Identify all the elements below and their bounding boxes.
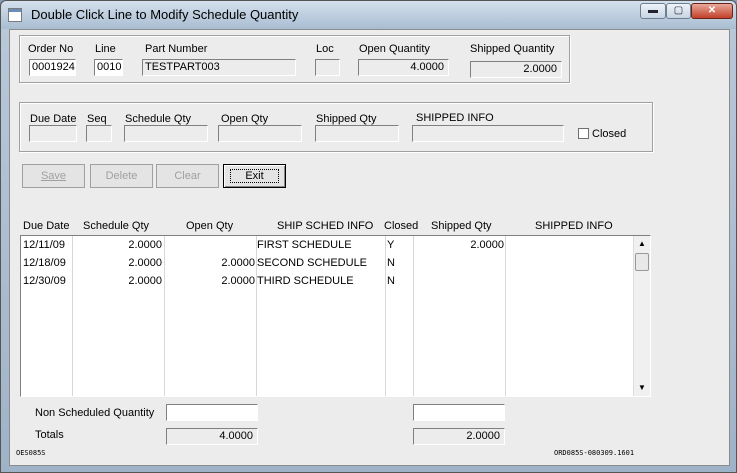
row-open-qty (165, 236, 255, 254)
row-shipped-qty: 2.0000 (470, 239, 504, 251)
part-number-label: Part Number (145, 43, 208, 55)
total-open-field: 4.0000 (166, 428, 258, 445)
row-shipped-qty (414, 272, 504, 290)
non-scheduled-shipped-field[interactable] (413, 404, 505, 421)
row-open-qty: 2.0000 (221, 275, 255, 287)
line-field[interactable]: 0010 (94, 59, 123, 76)
order-no-label: Order No (28, 43, 74, 55)
order-no-field[interactable]: 0001924 (29, 59, 76, 76)
seq-label: Seq (87, 113, 107, 125)
row-closed: N (387, 257, 395, 269)
table-row[interactable]: 12/30/09 2.0000 2.0000 THIRD SCHEDULE N (21, 272, 633, 290)
scroll-down-arrow-icon[interactable]: ▼ (634, 380, 650, 396)
shipped-quantity-field: 2.0000 (470, 61, 562, 78)
scroll-up-arrow-icon[interactable]: ▲ (634, 236, 650, 252)
non-scheduled-qty-label: Non Scheduled Quantity (35, 407, 155, 419)
scroll-thumb[interactable] (635, 253, 649, 271)
row-due-date: 12/11/09 (23, 239, 66, 251)
col-header-shipped-info[interactable]: SHIPPED INFO (535, 220, 613, 232)
save-button[interactable]: Save (22, 164, 85, 188)
col-header-shipped-qty[interactable]: Shipped Qty (431, 220, 492, 232)
schedule-qty-field[interactable] (124, 125, 208, 142)
totals-label: Totals (35, 429, 64, 441)
table-row[interactable]: 12/11/09 2.0000 FIRST SCHEDULE Y 2.0000 (21, 236, 633, 254)
title-bar[interactable]: Double Click Line to Modify Schedule Qua… (1, 1, 736, 29)
clear-button-label: Clear (174, 170, 201, 182)
col-header-closed[interactable]: Closed (384, 220, 418, 232)
minimize-button[interactable]: ▬ (640, 3, 666, 19)
entry-open-qty-label: Open Qty (221, 113, 269, 125)
schedule-entry-group: Due Date Seq Schedule Qty Open Qty Shipp… (19, 102, 653, 152)
close-button[interactable]: ✕ (691, 3, 733, 19)
row-due-date: 12/18/09 (23, 257, 66, 269)
delete-button[interactable]: Delete (90, 164, 153, 188)
row-schedule-qty: 2.0000 (128, 275, 162, 287)
due-date-field[interactable] (29, 125, 77, 142)
open-quantity-label: Open Quantity (359, 43, 430, 55)
schedule-qty-label: Schedule Qty (125, 113, 192, 125)
total-shipped-field: 2.0000 (413, 428, 505, 445)
save-button-label: Save (40, 170, 67, 182)
window-icon (8, 8, 22, 22)
window-title: Double Click Line to Modify Schedule Qua… (31, 7, 299, 22)
col-header-ship-sched-info[interactable]: SHIP SCHED INFO (277, 220, 373, 232)
row-ship-sched-info: SECOND SCHEDULE (257, 257, 368, 269)
loc-label: Loc (316, 43, 334, 55)
col-header-schedule-qty[interactable]: Schedule Qty (83, 220, 149, 232)
entry-shipped-info-field (412, 125, 564, 142)
part-number-field: TESTPART003 (142, 59, 296, 76)
table-row[interactable]: 12/18/09 2.0000 2.0000 SECOND SCHEDULE N (21, 254, 633, 272)
seq-field[interactable] (86, 125, 112, 142)
entry-shipped-qty-field (315, 125, 399, 142)
maximize-button[interactable]: ▢ (666, 3, 691, 19)
entry-shipped-qty-label: Shipped Qty (316, 113, 377, 125)
row-ship-sched-info: THIRD SCHEDULE (257, 275, 354, 287)
non-scheduled-open-field[interactable] (166, 404, 258, 421)
clear-button[interactable]: Clear (156, 164, 219, 188)
entry-shipped-info-label: SHIPPED INFO (416, 112, 494, 124)
row-open-qty: 2.0000 (221, 257, 255, 269)
exit-button[interactable]: Exit (223, 164, 286, 188)
closed-label: Closed (592, 128, 627, 140)
entry-open-qty-field (218, 125, 302, 142)
row-closed: Y (387, 239, 395, 251)
col-header-due-date[interactable]: Due Date (23, 220, 69, 232)
row-shipped-qty (414, 254, 504, 272)
row-ship-sched-info: FIRST SCHEDULE (257, 239, 352, 251)
row-closed: N (387, 275, 395, 287)
delete-button-label: Delete (105, 170, 138, 182)
form-id: OES085S (16, 449, 46, 457)
row-schedule-qty: 2.0000 (128, 239, 162, 251)
due-date-label: Due Date (30, 113, 77, 125)
open-quantity-field: 4.0000 (358, 59, 449, 76)
order-header-group: Order No 0001924 Line 0010 Part Number T… (19, 35, 570, 83)
shipped-quantity-label: Shipped Quantity (470, 43, 555, 55)
version-id: ORD085S-080309.1601 (554, 449, 635, 457)
loc-field (315, 59, 340, 76)
col-header-open-qty[interactable]: Open Qty (186, 220, 233, 232)
row-schedule-qty: 2.0000 (128, 257, 162, 269)
schedule-grid[interactable]: 12/11/09 2.0000 FIRST SCHEDULE Y 2.0000 … (20, 235, 651, 397)
closed-checkbox[interactable] (578, 128, 589, 139)
grid-scrollbar[interactable]: ▲ ▼ (633, 236, 650, 396)
row-due-date: 12/30/09 (23, 275, 66, 287)
form-client-area: Order No 0001924 Line 0010 Part Number T… (9, 29, 730, 466)
app-window: Double Click Line to Modify Schedule Qua… (0, 0, 737, 473)
exit-button-label: Exit (230, 169, 279, 183)
line-label: Line (95, 43, 116, 55)
